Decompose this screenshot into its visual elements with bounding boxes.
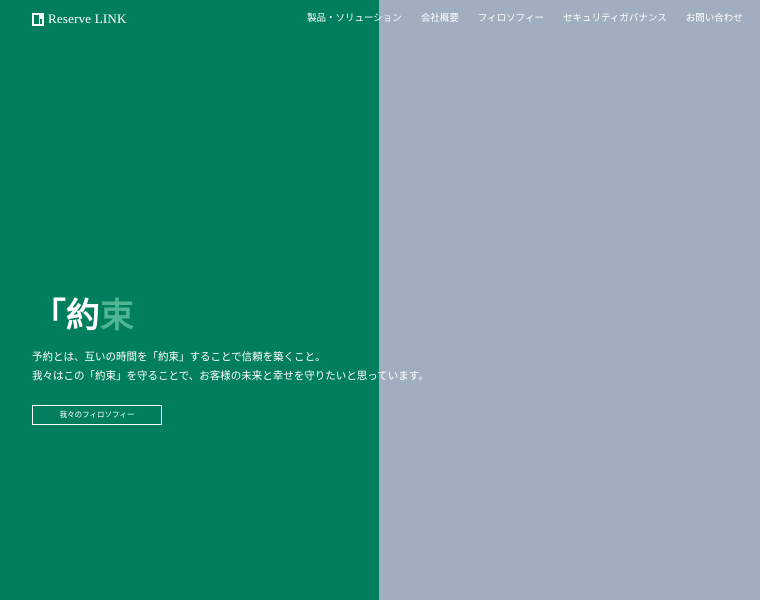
philosophy-button[interactable]: 我々のフィロソフィー xyxy=(32,405,162,425)
hero-description: 予約とは、互いの時間を「約束」することで信頼を築くこと。 我々はこの「約束」を守… xyxy=(32,348,429,386)
nav-item-products[interactable]: 製品・ソリューション xyxy=(307,12,402,25)
hero-description-line2: 我々はこの「約束」を守ることで、お客様の未来と幸せを守りたいと思っています。 xyxy=(32,370,429,382)
hero-right-panel xyxy=(379,0,760,600)
book-icon xyxy=(32,12,44,26)
main-nav: 製品・ソリューション 会社概要 フィロソフィー セキュリティガバナンス お問い合… xyxy=(307,12,743,25)
hero-headline-part2: 束 xyxy=(100,296,134,336)
hero-headline: 「約束 xyxy=(32,296,134,336)
brand-name: Reserve LINK xyxy=(48,11,127,26)
brand-logo-link[interactable]: Reserve LINK xyxy=(32,11,127,27)
hero-description-line1: 予約とは、互いの時間を「約束」することで信頼を築くこと。 xyxy=(32,351,326,363)
nav-item-contact[interactable]: お問い合わせ xyxy=(686,12,743,25)
hero-headline-part1: 「約 xyxy=(32,296,100,336)
nav-item-company[interactable]: 会社概要 xyxy=(421,12,459,25)
nav-item-philosophy[interactable]: フィロソフィー xyxy=(478,12,544,25)
nav-item-security-governance[interactable]: セキュリティガバナンス xyxy=(563,12,667,25)
